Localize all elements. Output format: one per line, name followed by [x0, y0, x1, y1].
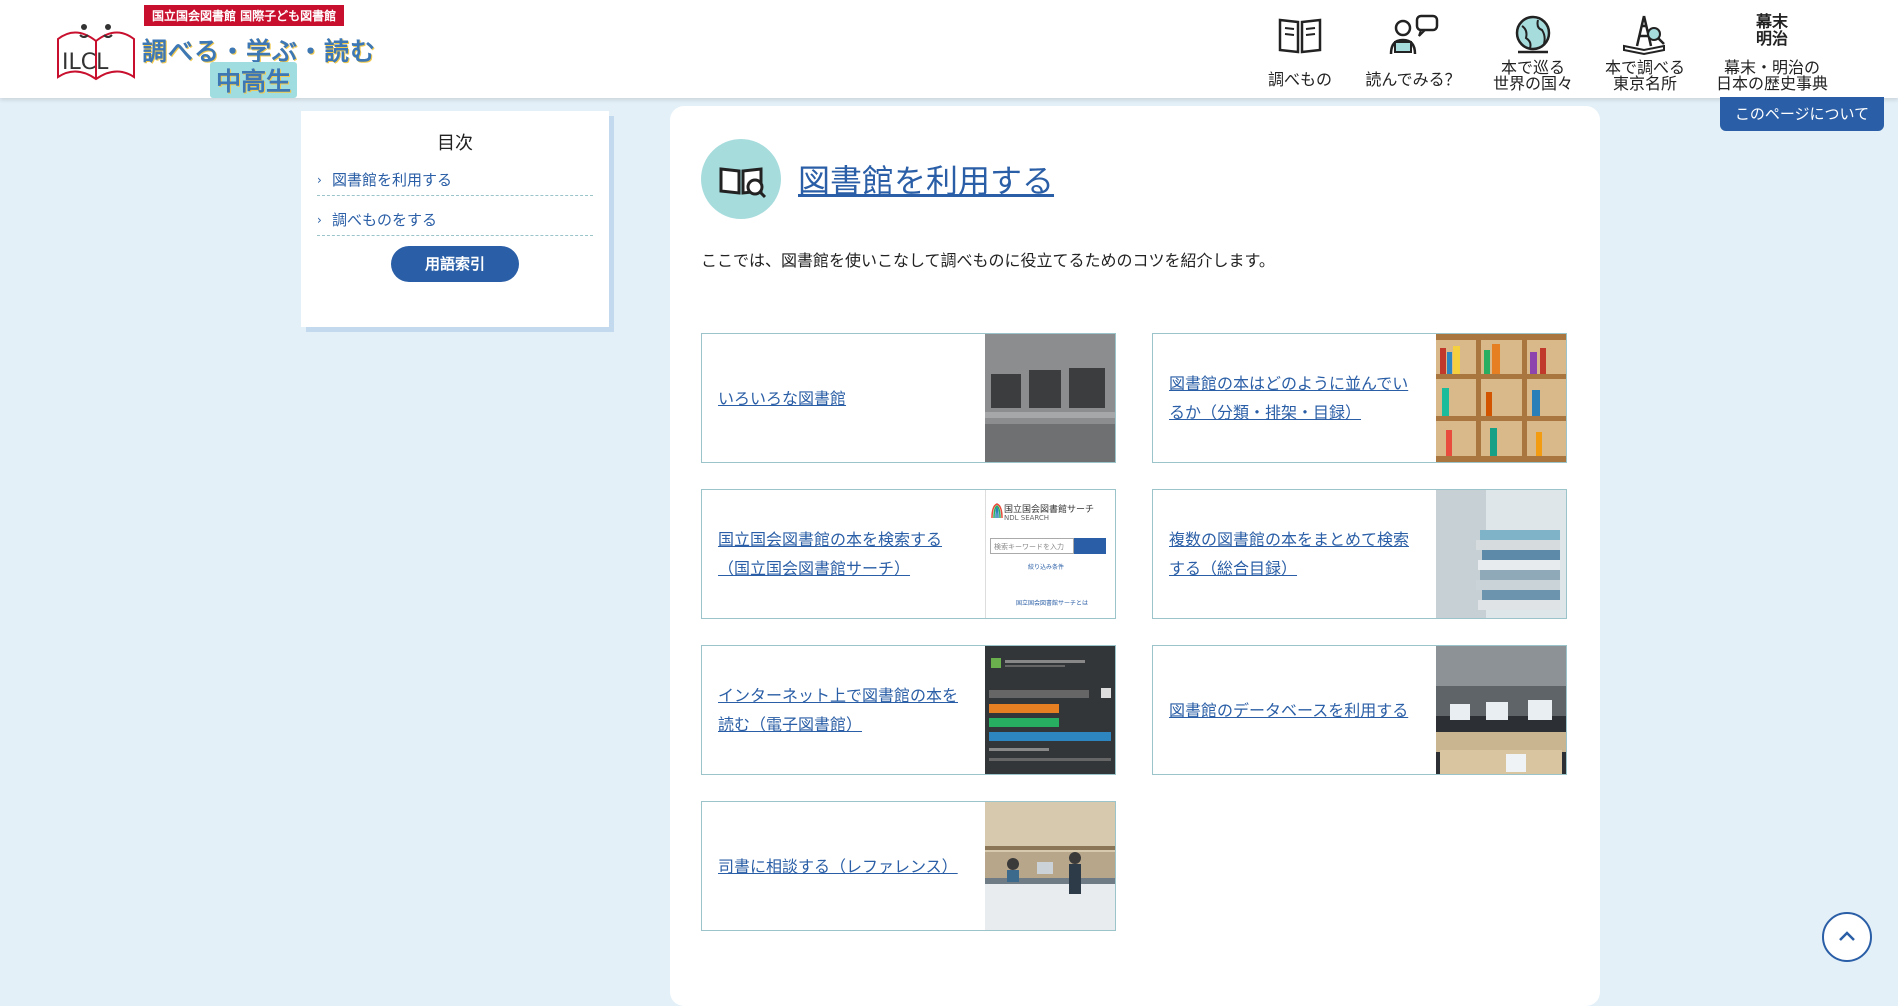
- about-page-button[interactable]: このページについて: [1720, 97, 1884, 131]
- digital-collections-screenshot: [985, 646, 1115, 774]
- library-building-sign-photo: [985, 334, 1115, 462]
- card-various-libraries[interactable]: いろいろな図書館: [701, 333, 1116, 463]
- card-reference[interactable]: 司書に相談する（レファレンス）: [701, 801, 1116, 931]
- nav-item-research[interactable]: 調べもの: [1255, 0, 1345, 98]
- toc-link[interactable]: 調べものをする: [332, 209, 437, 230]
- chevron-right-icon: ›: [317, 173, 322, 187]
- ndl-brand-en: NDL SEARCH: [1004, 514, 1050, 522]
- ndl-filter: 絞り込み条件: [1028, 564, 1065, 571]
- reader-chat-icon: [1387, 14, 1439, 62]
- ndl-about: 国立国会図書館サーチとは: [1016, 600, 1089, 607]
- table-of-contents: 目次 › 図書館を利用する › 調べものをする 用語索引: [301, 111, 609, 327]
- main-content: 図書館を利用する ここでは、図書館を使いこなして調べものに役立てるためのコツを紹…: [670, 106, 1600, 1006]
- glossary-button[interactable]: 用語索引: [391, 246, 519, 282]
- toc-item-use-library[interactable]: › 図書館を利用する: [317, 157, 593, 196]
- back-to-top-button[interactable]: [1822, 912, 1872, 962]
- page-intro: ここでは、図書館を使いこなして調べものに役立てるためのコツを紹介します。: [701, 251, 1275, 270]
- nav-item-world-countries[interactable]: 本で巡る 世界の国々: [1483, 0, 1583, 98]
- logo-subtitle: 中高生: [210, 62, 298, 98]
- nav-label-line2: 日本の歴史事典: [1715, 74, 1828, 93]
- chevron-right-icon: ›: [317, 213, 322, 227]
- bookshelf-photo: [1436, 334, 1566, 462]
- card-book-arrangement[interactable]: 図書館の本はどのように並んでいるか（分類・排架・目録）: [1152, 333, 1567, 463]
- card-link[interactable]: 複数の図書館の本をまとめて検索する（総合目録）: [1169, 525, 1421, 583]
- page-title[interactable]: 図書館を利用する: [798, 156, 1054, 202]
- card-link[interactable]: 図書館の本はどのように並んでいるか（分類・排架・目録）: [1169, 369, 1421, 427]
- site-logo[interactable]: ILCL 国立国会図書館 国際子ども図書館 調べる・学ぶ・読む 中高生: [54, 5, 375, 98]
- card-databases[interactable]: 図書館のデータベースを利用する: [1152, 645, 1567, 775]
- nav-label: 読んでみる？: [1365, 70, 1461, 89]
- nav-label: 調べもの: [1267, 70, 1332, 89]
- nav-item-bakumatsu-meiji[interactable]: 幕末 明治 幕末・明治の 日本の歴史事典: [1710, 0, 1834, 98]
- ndl-search-input: 検索キーワードを入力: [990, 538, 1074, 554]
- site-header: ILCL 国立国会図書館 国際子ども図書館 調べる・学ぶ・読む 中高生 調べもの…: [0, 0, 1898, 98]
- ndl-search-screenshot: 国立国会図書館サーチ NDL SEARCH 検索キーワードを入力 絞り込み条件 …: [985, 490, 1115, 618]
- toc-item-research[interactable]: › 調べものをする: [317, 197, 593, 236]
- card-link[interactable]: いろいろな図書館: [718, 384, 846, 413]
- bakumatsu-meiji-icon: 幕末 明治: [1755, 12, 1789, 48]
- toc-link[interactable]: 図書館を利用する: [332, 169, 452, 190]
- nav-item-tokyo-places[interactable]: 本で調べる 東京名所: [1592, 0, 1698, 98]
- computer-room-photo: [1436, 646, 1566, 774]
- reference-desk-photo: [985, 802, 1115, 930]
- nav-label-line2: 東京名所: [1612, 74, 1677, 93]
- card-link[interactable]: 図書館のデータベースを利用する: [1169, 696, 1408, 725]
- tokyo-tower-icon: [1620, 14, 1670, 60]
- card-link[interactable]: インターネット上で図書館の本を読む（電子図書館）: [718, 681, 970, 739]
- book-icon: [1276, 14, 1324, 60]
- nav-item-try-reading[interactable]: 読んでみる？: [1358, 0, 1468, 98]
- book-search-icon: [701, 139, 781, 219]
- globe-icon: [1510, 14, 1556, 60]
- chevron-up-icon: [1839, 931, 1855, 941]
- search-icon: [1074, 538, 1106, 554]
- book-stack-photo: [1436, 490, 1566, 618]
- card-digital-library[interactable]: インターネット上で図書館の本を読む（電子図書館）: [701, 645, 1116, 775]
- ilcl-emblem-icon: ILCL: [54, 17, 138, 91]
- emblem-text: ILCL: [62, 50, 109, 75]
- toc-title: 目次: [437, 133, 473, 154]
- card-ndl-search[interactable]: 国立国会図書館の本を検索する（国立国会図書館サーチ） 国立国会図書館サーチ ND…: [701, 489, 1116, 619]
- nav-label-line2: 世界の国々: [1492, 74, 1573, 93]
- card-link[interactable]: 司書に相談する（レファレンス）: [718, 852, 958, 881]
- card-link[interactable]: 国立国会図書館の本を検索する（国立国会図書館サーチ）: [718, 525, 970, 583]
- card-union-catalog[interactable]: 複数の図書館の本をまとめて検索する（総合目録）: [1152, 489, 1567, 619]
- logo-badge: 国立国会図書館 国際子ども図書館: [144, 5, 345, 26]
